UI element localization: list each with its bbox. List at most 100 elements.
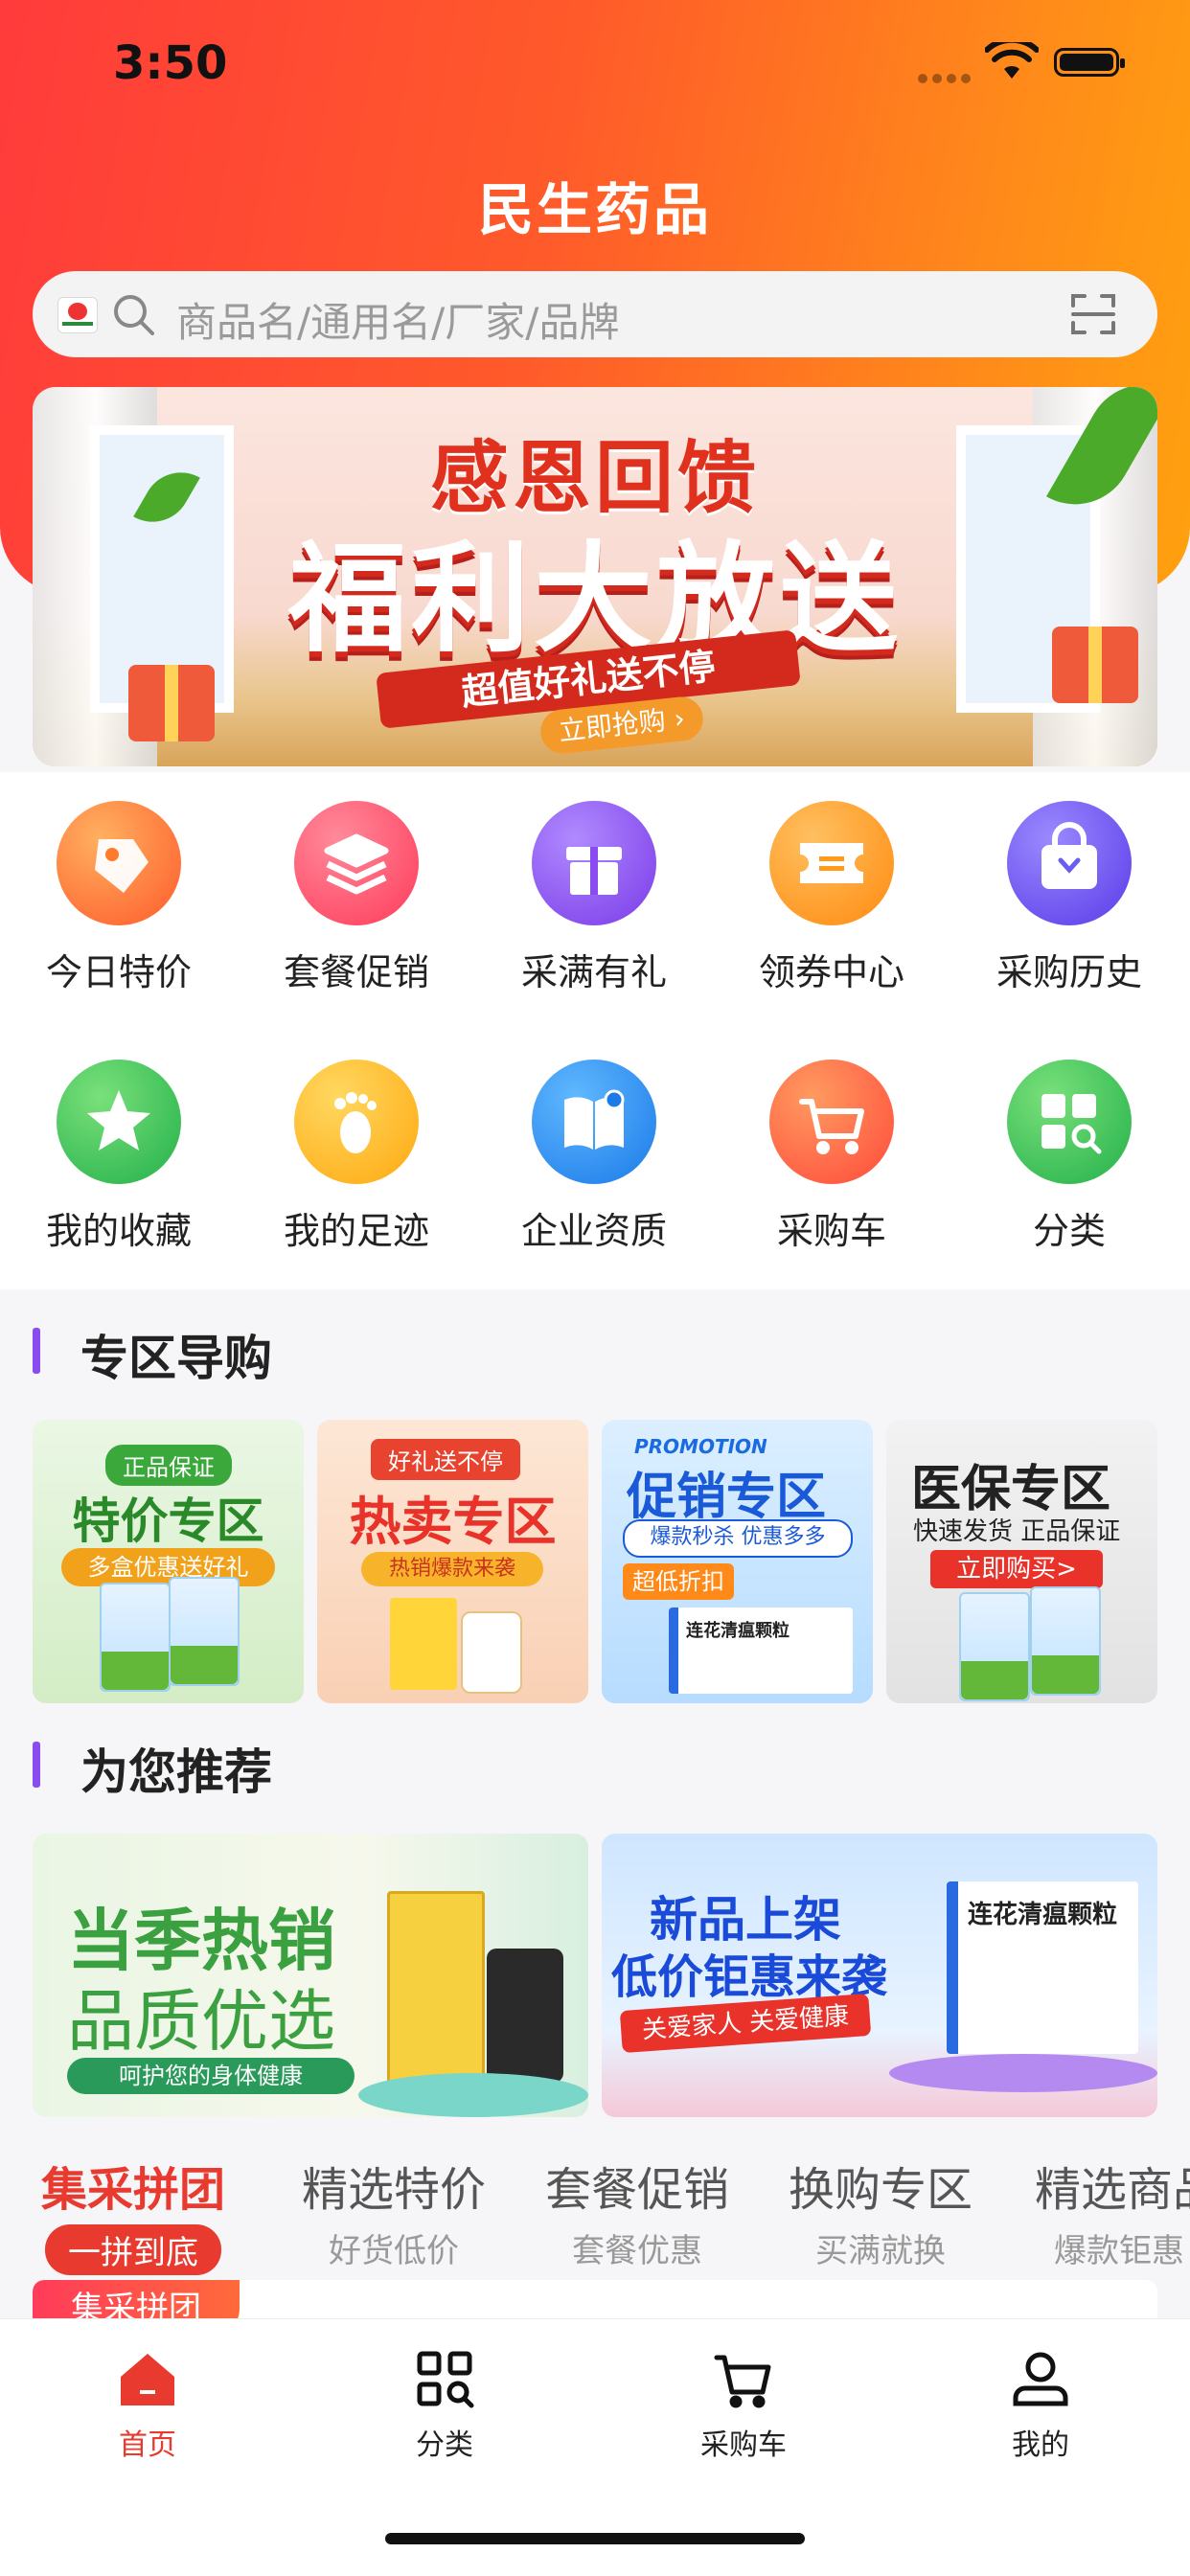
bag-icon [1007, 801, 1132, 925]
tab-subtitle: 套餐优惠 [572, 2232, 702, 2270]
tab-title: 集采拼团 [40, 2163, 225, 2217]
zone-card-hot[interactable]: 好礼送不停 热卖专区 热销爆款来袭 [317, 1420, 588, 1703]
section-title-zones: 专区导购 [80, 1331, 272, 1386]
section-title-recommend: 为您推荐 [80, 1744, 272, 1800]
product-image: 连花清瘟颗粒 [669, 1607, 853, 1694]
zone-title: 医保专区 [911, 1461, 1111, 1518]
zone-buy-button[interactable]: 立即购买> [930, 1550, 1103, 1588]
product-image [390, 1598, 457, 1690]
tab-title: 精选特价 [301, 2163, 486, 2217]
battery-icon [1054, 48, 1125, 77]
nav-label: 分类 [416, 2428, 473, 2462]
banner-cta-label: 立即抢购 [557, 704, 668, 747]
nav-category[interactable]: 分类 [349, 2348, 540, 2463]
tab-subtitle: 买满就换 [815, 2232, 946, 2270]
menu-item-label: 套餐促销 [283, 951, 429, 993]
category-icon [417, 2351, 474, 2408]
pedestal-decoration [358, 2073, 588, 2117]
zone-tag: PROMOTION [634, 1435, 767, 1458]
zone-discount-badge: 超低折扣 [623, 1563, 734, 1600]
product-image [461, 1611, 522, 1694]
scan-icon[interactable] [1069, 290, 1117, 342]
signal-icon [918, 69, 975, 87]
menu-item-label: 企业资质 [520, 1210, 667, 1252]
search-input[interactable]: 商品名/通用名/厂家/品牌 [176, 290, 619, 349]
menu-item-gift[interactable]: 采满有礼 [475, 801, 713, 995]
zone-card-promotion[interactable]: PROMOTION 促销专区 爆款秒杀 优惠多多 超低折扣 连花清瘟颗粒 [602, 1420, 873, 1703]
menu-item-footprint[interactable]: 我的足迹 [238, 1060, 475, 1254]
product-image [100, 1583, 171, 1692]
menu-item-package-promo[interactable]: 套餐促销 [238, 801, 475, 995]
promo-banner[interactable]: 感恩回馈 福利大放送 超值好礼送不停 立即抢购 › [33, 387, 1157, 766]
section-accent-bar [33, 1328, 40, 1374]
nav-label: 采购车 [700, 2428, 787, 2462]
menu-item-label: 我的足迹 [283, 1210, 429, 1252]
tab-group-buy[interactable]: 集采拼团 一拼到底 [33, 2152, 234, 2275]
tab-subtitle: 一拼到底 [45, 2224, 221, 2275]
home-indicator [385, 2533, 805, 2544]
quick-menu-grid: 今日特价 套餐促销 采满有礼 领券中心 采购历史 我的收藏 我的足迹 企业资质 … [0, 772, 1190, 1289]
menu-item-label: 采满有礼 [520, 951, 667, 993]
menu-item-label: 领券中心 [758, 951, 904, 993]
pedestal-decoration [889, 2054, 1157, 2092]
menu-item-label: 采购历史 [995, 951, 1142, 993]
recommend-card-seasonal[interactable]: 当季热销 品质优选 呵护您的身体健康 [33, 1834, 588, 2117]
search-bar[interactable]: 商品名/通用名/厂家/品牌 [33, 271, 1157, 357]
menu-item-today-deals[interactable]: 今日特价 [0, 801, 238, 995]
zone-card-insurance[interactable]: 医保专区 快速发货 正品保证 立即购买> [886, 1420, 1157, 1703]
tab-exchange[interactable]: 换购专区 买满就换 [780, 2152, 981, 2271]
zone-subtitle: 爆款秒杀 优惠多多 [623, 1519, 853, 1558]
banner-title: 福利大放送 [287, 531, 902, 669]
page-title: 民生药品 [477, 177, 712, 242]
zone-subtitle: 快速发货 正品保证 [913, 1517, 1121, 1546]
search-icon [111, 292, 157, 342]
layers-icon [294, 801, 419, 925]
home-icon [121, 2354, 174, 2405]
cart-icon [714, 2355, 771, 2408]
menu-item-purchase-history[interactable]: 采购历史 [950, 801, 1188, 995]
zone-title: 特价专区 [72, 1493, 264, 1549]
nav-home[interactable]: 首页 [52, 2348, 243, 2463]
recommend-line2: 品质优选 [67, 1982, 335, 2061]
nav-cart[interactable]: 采购车 [648, 2348, 839, 2463]
menu-item-qualification[interactable]: 企业资质 [475, 1060, 713, 1254]
footprint-icon [294, 1060, 419, 1184]
product-image [387, 1891, 485, 2088]
zone-tag: 好礼送不停 [371, 1439, 520, 1480]
zone-tag: 正品保证 [105, 1445, 232, 1486]
tab-subtitle: 爆款钜惠 [1054, 2232, 1184, 2270]
zone-title: 促销专区 [627, 1469, 827, 1526]
product-image: 连花清瘟颗粒 [947, 1881, 1138, 2054]
menu-item-label: 我的收藏 [45, 1210, 192, 1252]
tab-featured[interactable]: 精选商品 爆款钜惠 [1035, 2152, 1190, 2271]
user-icon [1013, 2352, 1068, 2406]
status-time: 3:50 [113, 36, 228, 90]
recommend-card-new[interactable]: 新品上架 低价钜惠来袭 关爱家人 关爱健康 连花清瘟颗粒 [602, 1834, 1157, 2117]
tag-icon [57, 801, 181, 925]
tab-special-price[interactable]: 精选特价 好货低价 [293, 2152, 494, 2271]
gift-decoration [128, 665, 215, 741]
zone-card-special[interactable]: 正品保证 特价专区 多盒优惠送好礼 [33, 1420, 304, 1703]
category-icon [1007, 1060, 1132, 1184]
tab-title: 套餐促销 [544, 2163, 729, 2217]
menu-item-category[interactable]: 分类 [950, 1060, 1188, 1254]
menu-item-favorites[interactable]: 我的收藏 [0, 1060, 238, 1254]
nav-label: 我的 [1012, 2428, 1069, 2462]
book-icon [532, 1060, 656, 1184]
section-accent-bar [33, 1742, 40, 1788]
nav-label: 首页 [119, 2428, 176, 2462]
zone-title: 热卖专区 [349, 1492, 557, 1552]
menu-item-cart[interactable]: 采购车 [713, 1060, 950, 1254]
gift-icon [532, 801, 656, 925]
zone-subtitle: 热销爆款来袭 [361, 1552, 543, 1586]
tab-package-promo[interactable]: 套餐促销 套餐优惠 [537, 2152, 738, 2271]
recommend-subtitle: 呵护您的身体健康 [67, 2058, 355, 2094]
menu-item-label: 分类 [1032, 1210, 1106, 1252]
tab-title: 换购专区 [788, 2163, 973, 2217]
nav-profile[interactable]: 我的 [945, 2348, 1136, 2463]
menu-item-label: 今日特价 [45, 951, 192, 993]
product-image [487, 1949, 563, 2083]
cart-icon [769, 1060, 894, 1184]
menu-item-coupon-center[interactable]: 领券中心 [713, 801, 950, 995]
product-image [169, 1577, 240, 1686]
